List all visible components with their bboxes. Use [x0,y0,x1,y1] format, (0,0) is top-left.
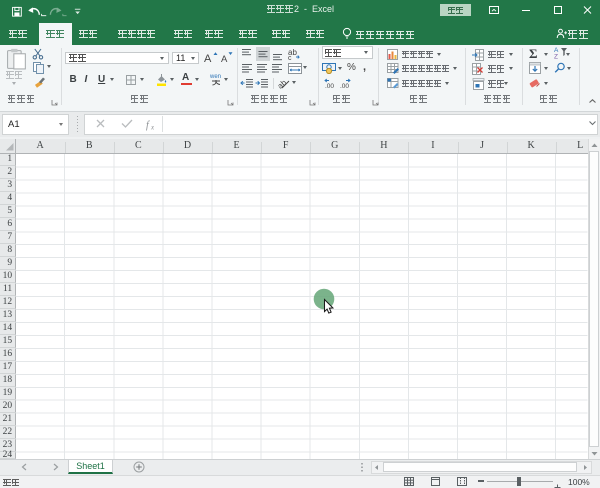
svg-text:x: x [150,124,155,132]
svg-text:.00: .00 [340,83,349,89]
svg-text:f: f [146,120,150,131]
svg-text:A: A [221,54,228,64]
svg-text:.00: .00 [325,83,334,89]
svg-text:Z: Z [554,54,558,60]
svg-text:wen: wen [209,74,221,80]
svg-text:A: A [204,53,212,64]
svg-text:c: c [288,55,292,61]
